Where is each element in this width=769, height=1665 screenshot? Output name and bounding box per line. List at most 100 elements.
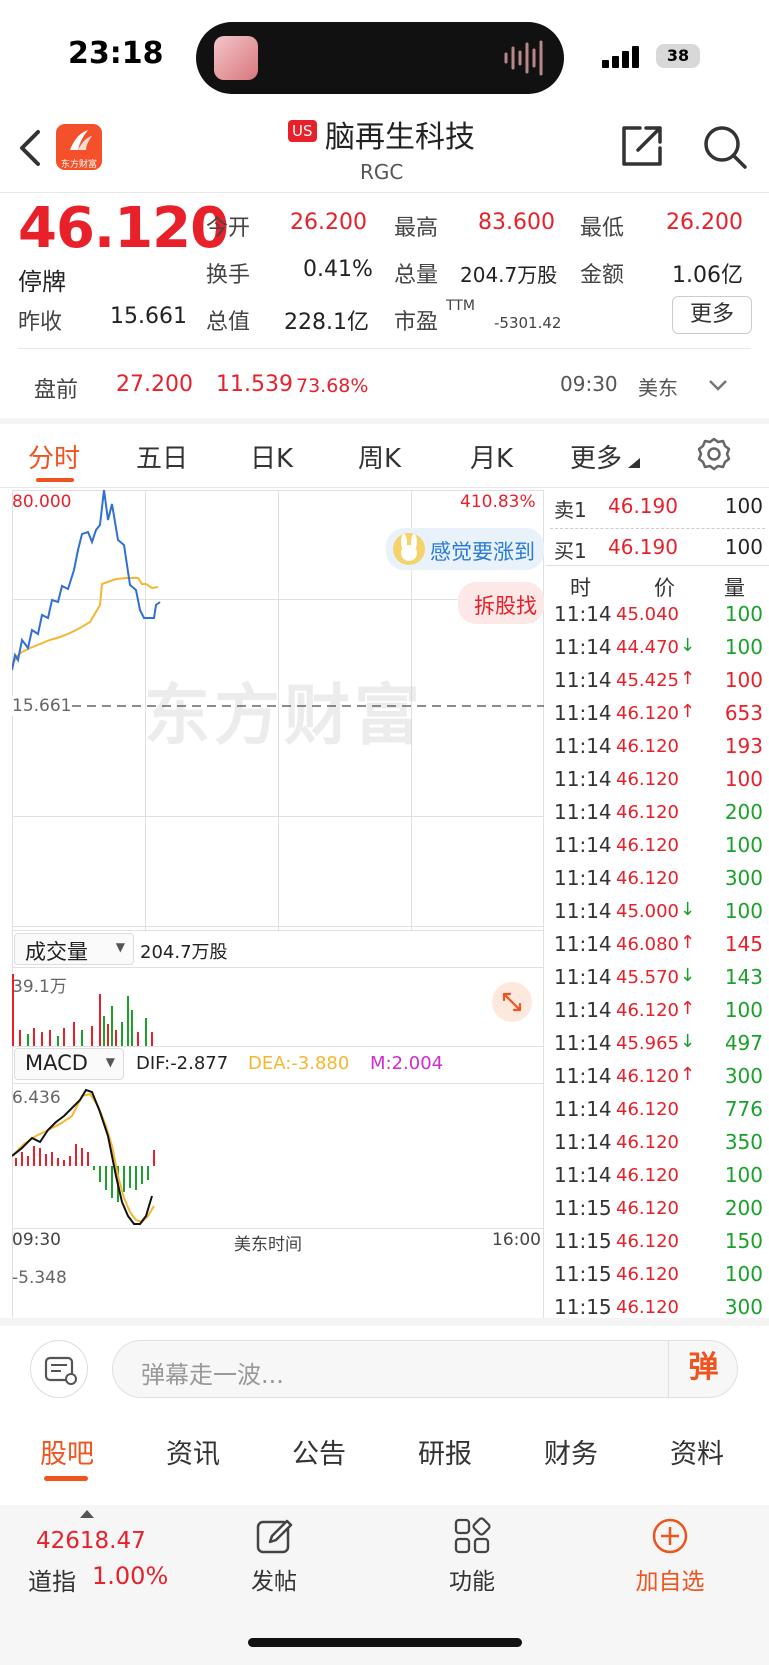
trade-row: 11:14 46.120 776 (546, 1097, 769, 1130)
trade-volume: 100 (724, 899, 763, 923)
pe-value: -5301.42 (494, 314, 562, 332)
pe-label: 市盈 (394, 310, 439, 335)
tab-monthly-k[interactable]: 月K (470, 438, 513, 475)
tab-daily-k[interactable]: 日K (250, 438, 293, 475)
post-label[interactable]: 发帖 (244, 1562, 304, 1596)
trade-time: 11:14 (554, 899, 612, 923)
macd-indicator-select[interactable]: MACD ▼ (14, 1048, 124, 1080)
add-watchlist-icon[interactable] (650, 1516, 690, 1556)
trade-volume: 143 (724, 965, 763, 989)
index-value[interactable]: 42618.47 (36, 1528, 146, 1554)
media-thumbnail (214, 36, 258, 80)
trade-price: 46.120 (616, 1132, 679, 1153)
pe-ttm-label: TTM (446, 298, 475, 314)
tab-five-day[interactable]: 五日 (136, 438, 188, 475)
trade-time: 11:14 (554, 1163, 612, 1187)
ask-row: 卖1 46.190 100 (546, 490, 769, 528)
premarket-change-pct: 73.68% (296, 375, 369, 397)
audio-wave-icon (504, 40, 543, 76)
trade-price: 46.120 (616, 1066, 679, 1087)
caret-down-icon: ▼ (115, 940, 125, 954)
comment-bubble-2[interactable]: 拆股找 (458, 582, 544, 624)
volume-indicator-select[interactable]: 成交量 ▼ (14, 933, 134, 965)
subtab-news[interactable]: 资讯 (166, 1432, 220, 1471)
turnover-value: 0.41% (303, 257, 373, 282)
subtab-profile[interactable]: 资料 (670, 1432, 724, 1471)
tab-underline (36, 478, 74, 482)
chevron-down-icon[interactable] (708, 378, 728, 392)
macd-chart (12, 1088, 155, 1225)
trade-time: 11:14 (554, 701, 612, 725)
trade-time: 11:15 (554, 1196, 612, 1220)
bid-price: 46.190 (608, 535, 678, 559)
prev-close-line-label: 15.661 (12, 696, 72, 716)
add-watchlist-label[interactable]: 加自选 (624, 1562, 716, 1596)
trade-price: 46.120 (616, 1231, 679, 1252)
trade-direction: ↑ (680, 701, 696, 722)
trade-price: 46.120 (616, 802, 679, 823)
trade-time: 11:14 (554, 833, 612, 857)
subtab-announcements[interactable]: 公告 (292, 1432, 346, 1471)
post-edit-icon[interactable] (254, 1516, 294, 1556)
trade-time: 11:14 (554, 1097, 612, 1121)
trade-time: 11:14 (554, 767, 612, 791)
tab-more[interactable]: 更多 (570, 438, 622, 475)
comment-list-button[interactable] (30, 1340, 88, 1398)
comment-bubble[interactable]: 感觉要涨到 (386, 528, 544, 570)
ask-price: 46.190 (608, 494, 678, 518)
danmu-toggle-button[interactable]: 弹 (668, 1340, 738, 1398)
prev-close-label: 昨收 (18, 310, 63, 335)
index-change[interactable]: 1.00% (92, 1562, 168, 1590)
trade-row: 11:14 45.000 ↓ 100 (546, 899, 769, 932)
settings-gear-icon[interactable] (696, 436, 732, 472)
share-icon[interactable] (620, 124, 664, 168)
header-volume: 量 (724, 576, 745, 600)
x-axis-label: 美东时间 (234, 1235, 302, 1255)
trade-volume: 200 (724, 800, 763, 824)
trade-price: 45.040 (616, 604, 679, 625)
volume-indicator-label: 成交量 (25, 940, 88, 964)
index-name[interactable]: 道指 (28, 1562, 76, 1597)
tab-intraday[interactable]: 分时 (28, 438, 80, 475)
trade-price: 45.425 (616, 670, 679, 691)
home-indicator[interactable] (248, 1638, 522, 1647)
comment-list-icon (44, 1356, 77, 1385)
subtab-financials[interactable]: 财务 (544, 1432, 598, 1471)
more-button[interactable]: 更多 (672, 296, 752, 334)
app-logo-text: 东方财富 (60, 160, 97, 170)
trade-time: 11:15 (554, 1229, 612, 1253)
dynamic-island[interactable] (196, 22, 564, 94)
header-divider (0, 192, 769, 193)
dropdown-caret-icon (628, 458, 640, 468)
trade-volume: 100 (724, 602, 763, 626)
status-time: 23:18 (68, 36, 164, 71)
trade-price: 46.120 (616, 1000, 679, 1021)
trades-list[interactable]: 11:14 45.040 100 11:14 44.470 ↓ 100 11:14 45.425… (546, 602, 769, 1328)
trade-volume: 100 (724, 668, 763, 692)
trade-row: 11:14 44.470 ↓ 100 (546, 635, 769, 668)
subtab-research[interactable]: 研报 (418, 1432, 472, 1471)
section-gap (0, 418, 769, 424)
trade-direction: ↑ (680, 668, 696, 689)
trade-price: 46.120 (616, 868, 679, 889)
search-icon[interactable] (702, 124, 748, 170)
back-icon[interactable] (16, 128, 44, 168)
macd-dea: DEA:-3.880 (248, 1053, 350, 1074)
trade-volume: 497 (724, 1031, 763, 1055)
premarket-price: 27.200 (116, 372, 193, 397)
battery-icon: 38 (656, 44, 700, 68)
danmu-input[interactable]: 弹幕走一波... (112, 1340, 738, 1398)
tab-weekly-k[interactable]: 周K (358, 438, 401, 475)
order-book-panel: 卖1 46.190 100 买1 46.190 100 时 价 量 11:14 4… (546, 490, 769, 1328)
macd-m: M:2.004 (370, 1053, 444, 1074)
app-logo: 东方财富 (56, 124, 102, 170)
rabbit-avatar-icon (393, 533, 425, 565)
last-price: 46.120 (18, 196, 229, 261)
features-label[interactable]: 功能 (442, 1562, 502, 1596)
intraday-chart[interactable]: 东方财富 80.000 410.83% 15.661 感觉要涨到 拆股找 成交量… (12, 490, 544, 1320)
subtab-forum[interactable]: 股吧 (40, 1432, 94, 1471)
features-grid-icon[interactable] (452, 1516, 492, 1556)
timezone-selector[interactable]: 美东 (638, 372, 678, 401)
trade-volume: 100 (724, 635, 763, 659)
section-gap (0, 1318, 769, 1326)
